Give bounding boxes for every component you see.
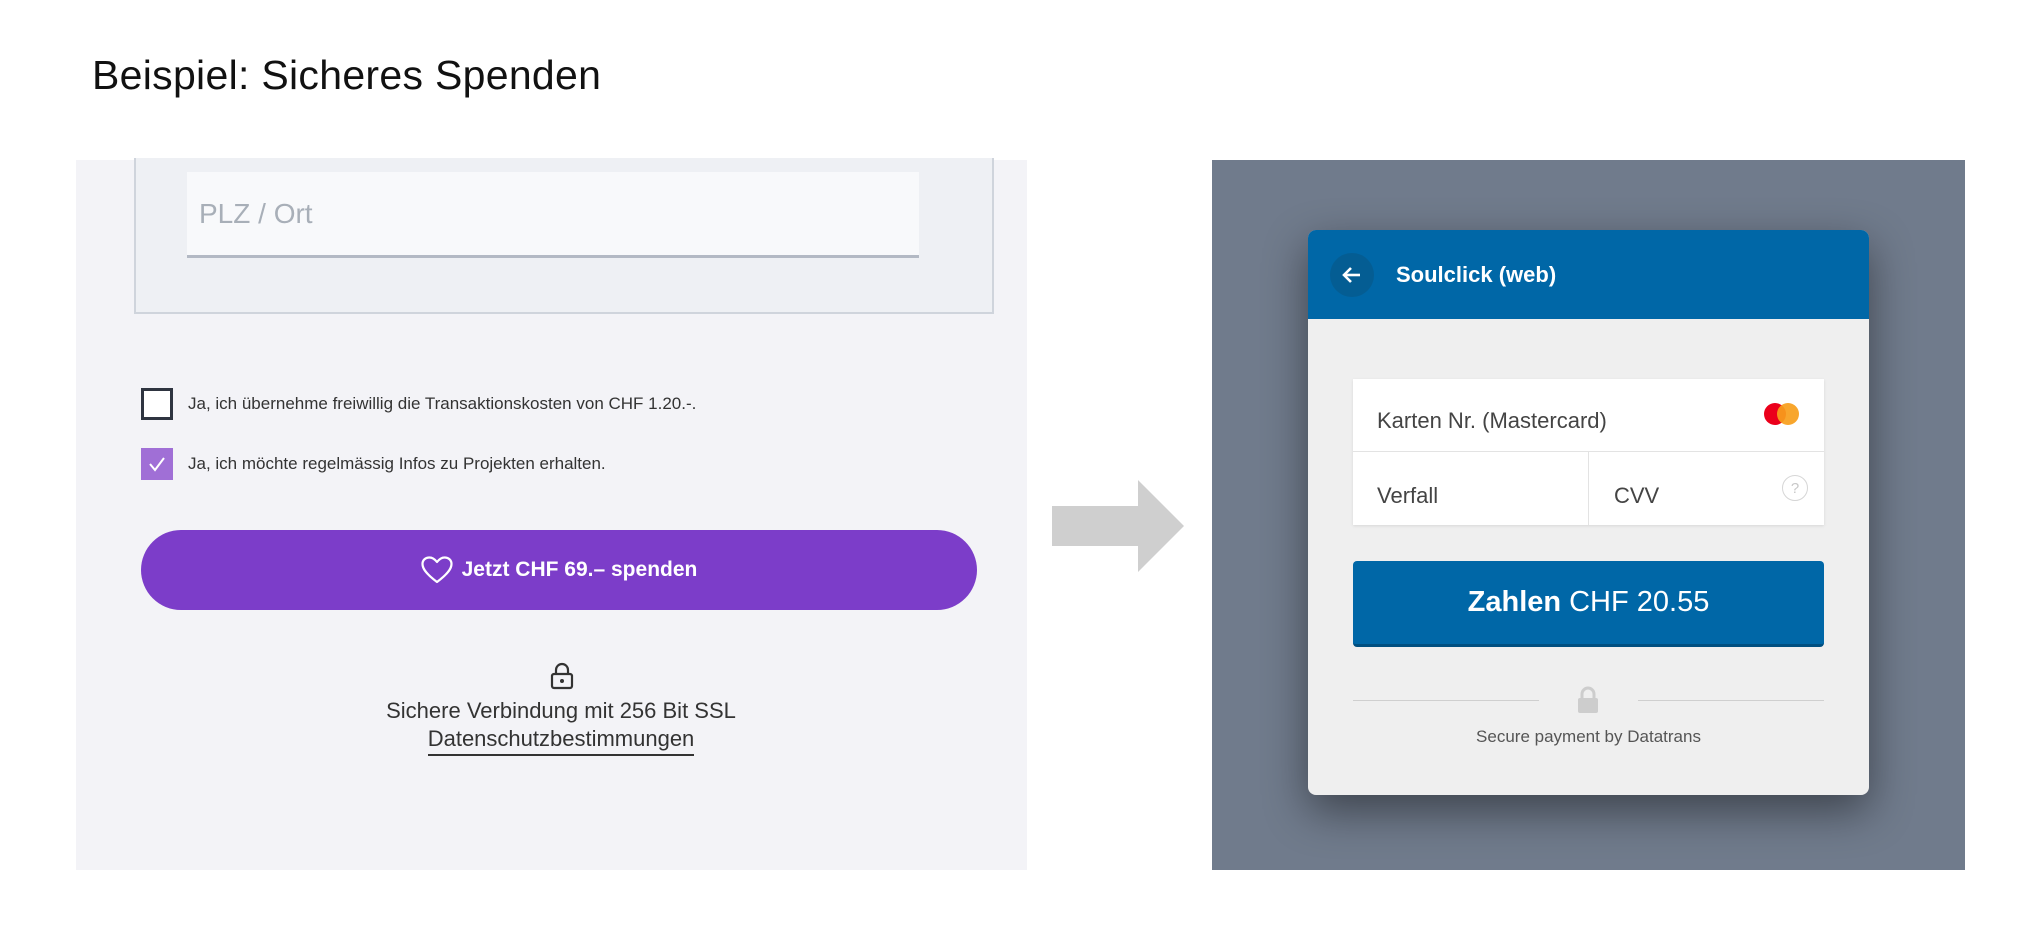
- lock-icon: [550, 662, 574, 690]
- expiry-field[interactable]: Verfall: [1353, 452, 1589, 525]
- pay-amount: CHF 20.55: [1569, 586, 1710, 618]
- card-number-field[interactable]: Karten Nr. (Mastercard): [1353, 379, 1824, 452]
- transaction-costs-checkbox[interactable]: [141, 388, 173, 420]
- donate-button-label: Jetzt CHF 69.– spenden: [461, 558, 698, 581]
- plz-ort-input[interactable]: [187, 172, 919, 258]
- arrow-right-icon: [1052, 480, 1184, 572]
- modal-title: Soulclick (web): [1396, 261, 1557, 287]
- divider-left: [1353, 700, 1539, 701]
- pay-button-label: Zahlen: [1467, 586, 1562, 618]
- address-section: [134, 158, 994, 314]
- help-icon[interactable]: ?: [1782, 475, 1808, 501]
- payment-panel: Soulclick (web) Karten Nr. (Mastercard) …: [1212, 160, 1965, 870]
- heart-icon: [421, 556, 453, 584]
- ssl-notice: Sichere Verbindung mit 256 Bit SSL: [386, 698, 736, 723]
- cvv-field[interactable]: CVV ?: [1589, 452, 1824, 525]
- page-title: Beispiel: Sicheres Spenden: [92, 52, 602, 98]
- secure-payment-text: Secure payment by Datatrans: [1476, 727, 1701, 746]
- privacy-link-row: Datenschutzbestimmungen: [76, 726, 1046, 756]
- pay-button[interactable]: Zahlen CHF 20.55: [1353, 561, 1824, 647]
- payment-modal: Soulclick (web) Karten Nr. (Mastercard) …: [1308, 230, 1869, 795]
- donate-button[interactable]: Jetzt CHF 69.– spenden: [141, 530, 977, 610]
- transaction-costs-option[interactable]: Ja, ich übernehme freiwillig die Transak…: [141, 388, 696, 420]
- privacy-policy-link[interactable]: Datenschutzbestimmungen: [427, 726, 695, 756]
- cvv-label: CVV: [1614, 483, 1660, 508]
- back-button[interactable]: [1330, 252, 1374, 297]
- mastercard-icon: [1764, 403, 1800, 425]
- modal-header: Soulclick (web): [1308, 230, 1869, 319]
- newsletter-checkbox[interactable]: [141, 448, 173, 480]
- lock-icon: [1578, 686, 1598, 713]
- expiry-label: Verfall: [1377, 483, 1439, 508]
- arrow-left-icon: [1342, 266, 1360, 283]
- donation-form-panel: Ja, ich übernehme freiwillig die Transak…: [76, 158, 1027, 870]
- card-number-label: Karten Nr. (Mastercard): [1377, 408, 1607, 433]
- checkmark-icon: [149, 457, 165, 472]
- newsletter-option[interactable]: Ja, ich möchte regelmässig Infos zu Proj…: [141, 448, 606, 480]
- transaction-costs-label: Ja, ich übernehme freiwillig die Transak…: [188, 394, 697, 413]
- divider-right: [1638, 700, 1824, 701]
- card-form: Karten Nr. (Mastercard) Verfall CVV ?: [1353, 379, 1824, 525]
- newsletter-label: Ja, ich möchte regelmässig Infos zu Proj…: [188, 454, 606, 473]
